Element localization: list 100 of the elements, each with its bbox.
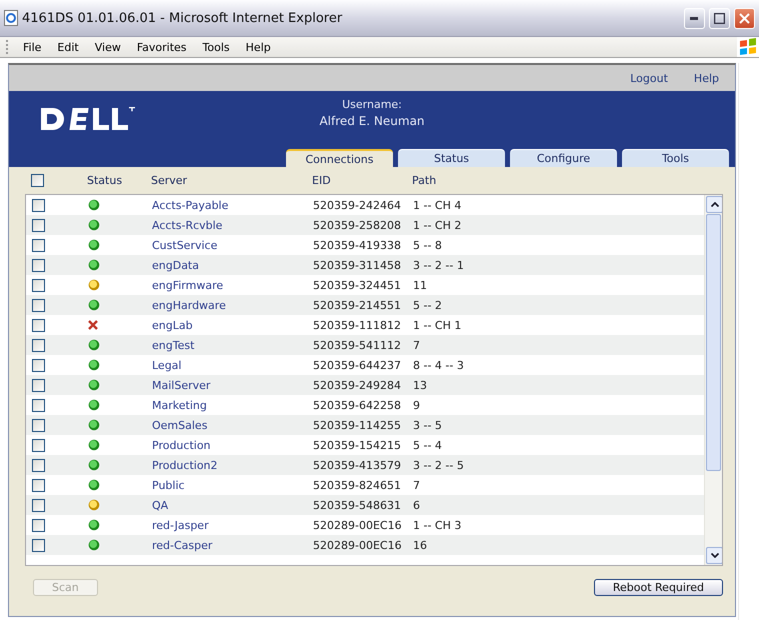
header-link[interactable]: Help [694,72,719,84]
server-link[interactable]: MailServer [152,378,313,392]
table-cell-text: 520359-413579 [313,458,402,472]
server-link[interactable]: CustService [152,238,313,252]
username-label: Username: [342,98,402,111]
tab[interactable]: Configure [510,149,617,167]
menu-item[interactable]: Edit [50,40,86,54]
server-link[interactable]: Accts-Rcvble [152,218,313,232]
header-link[interactable]: Logout [630,72,668,84]
close-icon [739,12,750,24]
row-checkbox[interactable] [32,198,45,212]
status-dot-icon [88,479,100,491]
server-link[interactable]: QA [152,498,313,512]
column-header: Path [412,174,438,187]
row-checkbox[interactable] [32,458,45,472]
server-link[interactable]: Production [152,438,313,452]
close-button[interactable] [734,8,755,28]
warning-dot-icon [88,279,100,291]
column-header: Server [151,174,188,187]
table-cell-text: 520359-324451 [313,278,402,292]
row-checkbox[interactable] [32,438,45,452]
table-cell-text: 520359-541112 [313,338,402,352]
row-checkbox[interactable] [32,318,45,332]
server-link[interactable]: red-Jasper [152,518,313,532]
row-checkbox[interactable] [32,298,45,312]
server-link[interactable]: Legal [152,358,313,372]
table-cell-text: 11 [413,278,428,292]
table-cell-text: 3 -- 5 [413,418,443,432]
status-dot-icon [88,459,100,471]
menu-item[interactable]: Help [238,40,278,54]
status-dot-icon [88,399,100,411]
scroll-down-icon[interactable] [710,553,718,558]
table-cell-text: 7 [413,338,421,352]
table-cell-text: 8 -- 4 -- 3 [413,358,465,372]
table-cell-text: 520359-242464 [313,198,402,212]
table-cell-text: 5 -- 8 [413,238,443,252]
status-dot-icon [88,519,100,531]
row-checkbox[interactable] [32,358,45,372]
server-link[interactable]: OemSales [152,418,313,432]
table-cell-text: 1 -- CH 1 [413,318,462,332]
server-link[interactable]: engLab [152,318,313,332]
browser-icon [4,10,18,26]
table-cell-text: 520289-00EC16 [313,518,403,532]
windows-flag-icon [739,38,757,56]
table-cell-text: 520359-258208 [313,218,402,232]
status-dot-icon [88,339,100,351]
menu-item[interactable]: File [16,40,48,54]
row-checkbox[interactable] [32,498,45,512]
username-value: Alfred E. Neuman [319,114,425,128]
row-checkbox[interactable] [32,338,45,352]
row-checkbox[interactable] [32,398,45,412]
server-link[interactable]: Marketing [152,398,313,412]
menu-item[interactable]: Tools [196,40,237,54]
minimize-button[interactable] [684,8,705,28]
table-cell-text: 520359-154215 [313,438,402,452]
status-dot-icon [88,259,100,271]
table-cell-text: 520359-824651 [313,478,402,492]
server-link[interactable]: Public [152,478,313,492]
row-checkbox[interactable] [32,238,45,252]
table-cell-text: 7 [413,478,421,492]
table-cell-text: 520359-114255 [313,418,402,432]
row-checkbox[interactable] [32,218,45,232]
server-link[interactable]: engTest [152,338,313,352]
server-link[interactable]: red-Casper [152,538,313,552]
scrollbar[interactable] [704,195,722,565]
maximize-button[interactable] [709,8,730,28]
row-checkbox[interactable] [32,518,45,532]
table-cell-text: 520359-644237 [313,358,402,372]
warning-dot-icon [88,499,100,511]
tab[interactable]: Tools [622,149,729,167]
table-cell-text: 1 -- CH 2 [413,218,462,232]
server-link[interactable]: engData [152,258,313,272]
status-dot-icon [88,219,100,231]
row-checkbox[interactable] [32,418,45,432]
table-cell-text: 3 -- 2 -- 5 [413,458,465,472]
tab[interactable]: Status [398,149,505,167]
table-cell-text: 1 -- CH 3 [413,518,462,532]
scroll-up-icon[interactable] [710,202,718,207]
status-dot-icon [88,379,100,391]
row-checkbox[interactable] [32,478,45,492]
server-link[interactable]: Accts-Payable [152,198,313,212]
status-dot-icon [88,419,100,431]
table-cell-text: 9 [413,398,421,412]
row-checkbox[interactable] [32,378,45,392]
select-all-checkbox[interactable] [31,174,44,187]
row-checkbox[interactable] [32,258,45,272]
menu-item[interactable]: View [88,40,128,54]
table-cell-text: 520289-00EC16 [313,538,403,552]
reboot-button[interactable]: Reboot Required [594,579,723,596]
tab[interactable]: Connections [286,149,393,167]
status-dot-icon [88,299,100,311]
server-link[interactable]: engFirmware [152,278,313,292]
row-checkbox[interactable] [32,538,45,552]
menu-item[interactable]: Favorites [130,40,194,54]
server-link[interactable]: engHardware [152,298,313,312]
server-link[interactable]: Production2 [152,458,313,472]
table-cell-text: 520359-311458 [313,258,402,272]
row-checkbox[interactable] [32,278,45,292]
table-cell-text: 1 -- CH 4 [413,198,462,212]
status-dot-icon [88,539,100,551]
